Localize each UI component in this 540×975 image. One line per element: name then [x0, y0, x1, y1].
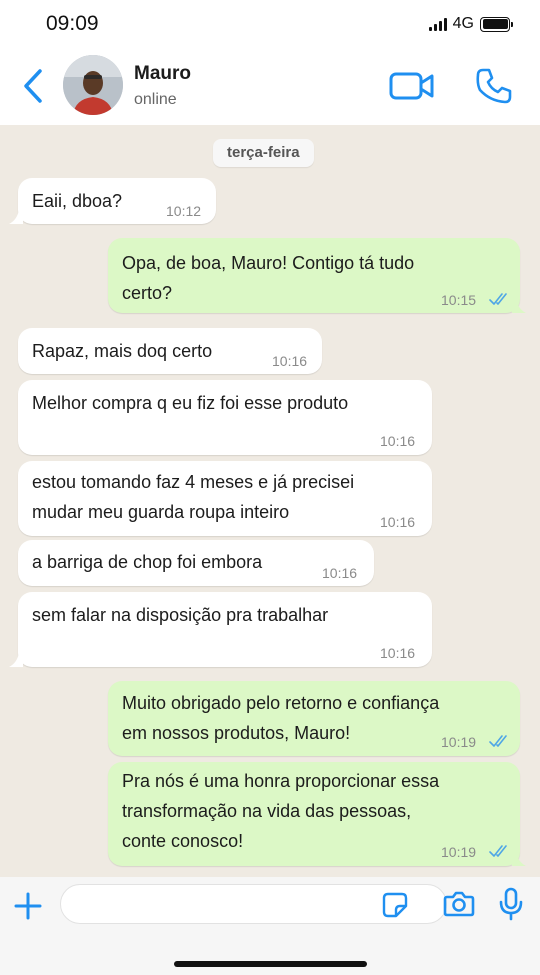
message-text: Opa, de boa, Mauro! Contigo tá tudo cert… [122, 253, 415, 303]
message-bubble-incoming[interactable]: sem falar na disposição pra trabalhar 10… [18, 592, 432, 667]
read-ticks-icon [489, 735, 507, 747]
read-ticks-icon [489, 293, 507, 305]
camera-icon[interactable] [443, 889, 475, 919]
back-icon[interactable] [18, 66, 48, 106]
video-call-icon[interactable] [388, 68, 436, 104]
message-bubble-outgoing[interactable]: Opa, de boa, Mauro! Contigo tá tudo cert… [108, 238, 520, 313]
read-ticks-icon [489, 845, 507, 857]
voice-call-icon[interactable] [474, 66, 514, 106]
avatar[interactable] [63, 55, 123, 115]
message-time: 10:16 [322, 565, 358, 581]
status-bar: 09:09 4G [0, 0, 540, 50]
message-bubble-incoming[interactable]: Rapaz, mais doq certo 10:16 [18, 328, 322, 374]
composer-bar [0, 877, 540, 975]
message-bubble-outgoing[interactable]: Muito obrigado pelo retorno e confiança … [108, 681, 520, 756]
message-time: 10:12 [166, 203, 202, 219]
message-text: Melhor compra q eu fiz foi esse produto [32, 393, 349, 413]
chat-header: Mauro online [0, 50, 540, 125]
mic-icon[interactable] [498, 887, 524, 921]
message-text: Eaii, dboa? [32, 191, 123, 211]
message-time: 10:16 [380, 433, 416, 449]
message-time: 10:16 [272, 353, 308, 369]
message-bubble-incoming[interactable]: a barriga de chop foi embora 10:16 [18, 540, 374, 586]
network-label: 4G [452, 15, 474, 32]
contact-name[interactable]: Mauro [134, 63, 191, 85]
bubble-tail [9, 210, 23, 224]
sticker-icon[interactable] [382, 892, 408, 918]
message-bubble-incoming[interactable]: Eaii, dboa? 10:12 [18, 178, 216, 224]
message-text: sem falar na disposição pra trabalhar [32, 605, 329, 625]
message-time: 10:15 [441, 292, 477, 308]
message-bubble-outgoing[interactable]: Pra nós é uma honra proporcionar essa tr… [108, 762, 520, 866]
message-text: Rapaz, mais doq certo [32, 341, 213, 361]
bubble-tail [512, 852, 526, 866]
status-indicators: 4G [428, 15, 513, 33]
message-time: 10:19 [441, 734, 477, 750]
message-time: 10:16 [380, 645, 416, 661]
message-bubble-incoming[interactable]: estou tomando faz 4 meses e já precisei … [18, 461, 432, 536]
status-time: 09:09 [46, 12, 99, 35]
chat-area[interactable]: terça-feira Eaii, dboa? 10:12 Opa, de bo… [0, 125, 540, 877]
contact-status: online [134, 91, 177, 108]
signal-icon [428, 17, 447, 31]
message-bubble-incoming[interactable]: Melhor compra q eu fiz foi esse produto … [18, 380, 432, 455]
message-text: a barriga de chop foi embora [32, 552, 263, 572]
bubble-tail [9, 653, 23, 667]
date-separator: terça-feira [213, 139, 314, 167]
battery-icon [480, 16, 513, 32]
message-time: 10:19 [441, 844, 477, 860]
home-indicator [174, 961, 367, 967]
message-text: Muito obrigado pelo retorno e confiança … [122, 693, 440, 743]
plus-icon[interactable] [13, 891, 43, 921]
bubble-tail [512, 299, 526, 313]
message-time: 10:16 [380, 514, 416, 530]
message-text: Pra nós é uma honra proporcionar essa tr… [122, 771, 440, 851]
message-text: estou tomando faz 4 meses e já precisei … [32, 472, 355, 522]
